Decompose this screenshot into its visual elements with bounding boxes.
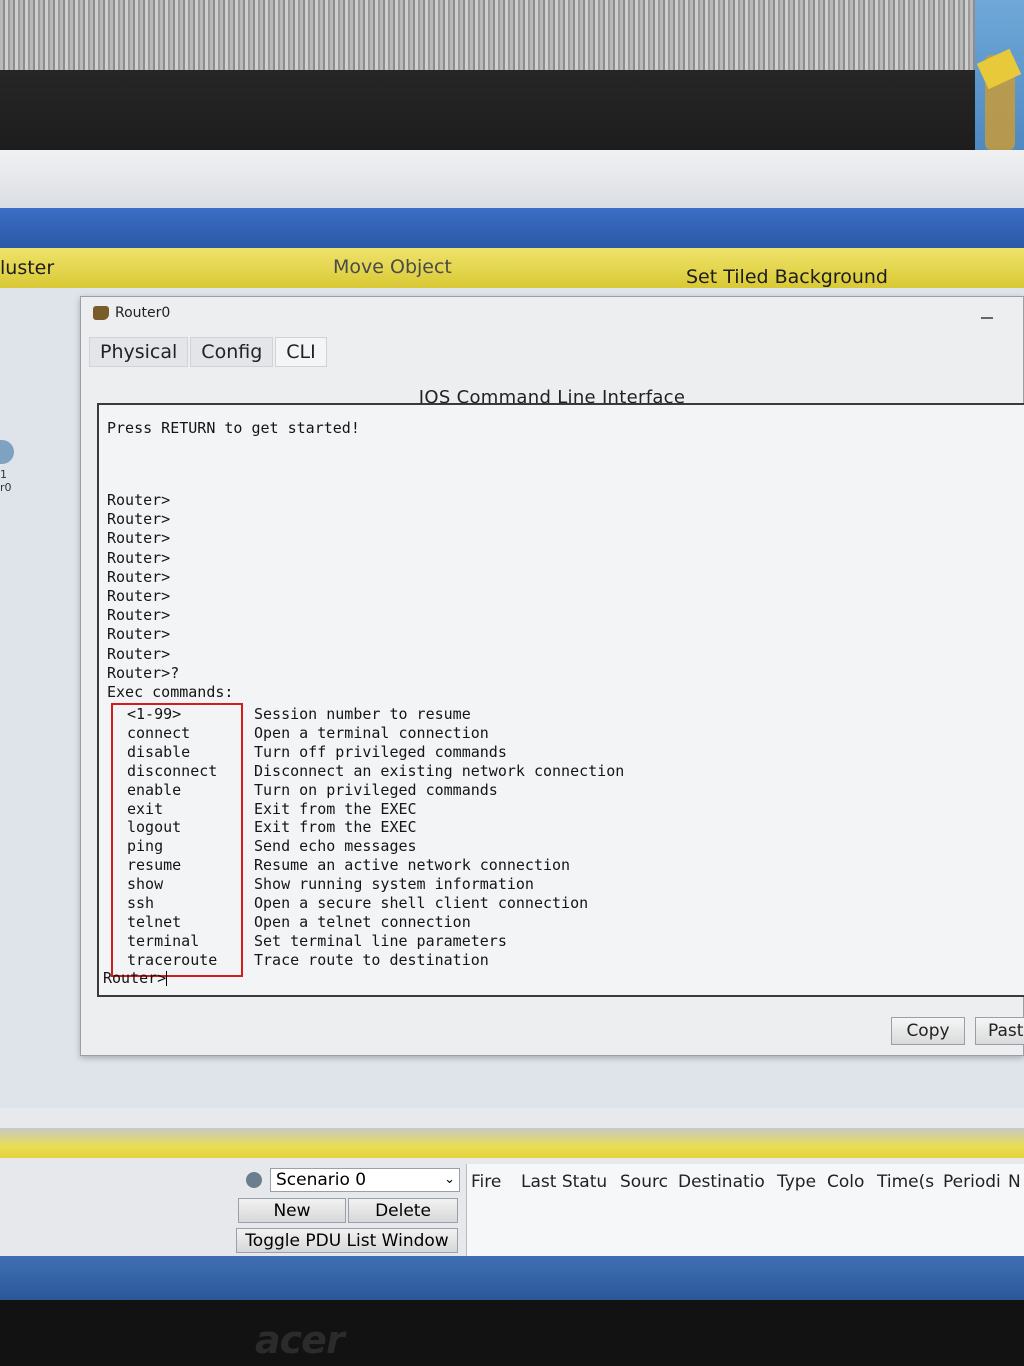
screen-top-area [0, 150, 1024, 210]
command-description: Open a telnet connection [254, 912, 471, 931]
menubar-move-object[interactable]: Move Object [333, 256, 452, 278]
terminal-intro: Press RETURN to get started! [107, 419, 360, 437]
new-scenario-button[interactable]: New [238, 1198, 346, 1223]
col-time[interactable]: Time(s [877, 1172, 934, 1192]
minimize-icon[interactable] [981, 317, 993, 319]
device-label-2: r0 [0, 481, 12, 494]
terminal-prompt-line: Router>? [107, 663, 180, 682]
terminal-prompt-line: Router> [107, 529, 171, 548]
final-prompt: Router> [103, 969, 168, 988]
command-description: Disconnect an existing network connectio… [254, 761, 625, 780]
router-icon [0, 440, 14, 464]
command-description: Exit from the EXEC [254, 799, 417, 818]
command-name: logout [127, 818, 182, 837]
tab-cli[interactable]: CLI [275, 337, 327, 367]
paste-button[interactable]: Past [975, 1017, 1024, 1045]
col-source[interactable]: Sourc [620, 1172, 668, 1192]
command-description: Turn off privileged commands [254, 742, 507, 761]
command-name: ping [127, 837, 164, 856]
command-description: Send echo messages [254, 837, 417, 856]
terminal-prompt-line: Router> [107, 644, 171, 663]
command-name: ssh [127, 894, 155, 912]
final-prompt-text: Router> [103, 969, 167, 987]
terminal-prompt-line: Router> [107, 606, 171, 625]
text-cursor [166, 971, 168, 986]
command-name: resume [127, 856, 182, 875]
terminal-prompt-line: Router> [107, 510, 171, 529]
command-description: Set terminal line parameters [254, 931, 507, 950]
menubar-set-tiled-background[interactable]: Set Tiled Background [686, 266, 888, 288]
tab-physical[interactable]: Physical [89, 337, 189, 367]
router-icon [93, 306, 109, 320]
taskbar [0, 1256, 1024, 1300]
scenario-select[interactable]: Scenario 0 ⌄ [270, 1168, 460, 1192]
scenario-value: Scenario 0 [276, 1170, 367, 1190]
copy-button[interactable]: Copy [891, 1017, 965, 1045]
info-icon[interactable] [246, 1172, 262, 1188]
command-description: Session number to resume [254, 705, 471, 723]
terminal-prompt-line: Router> [107, 625, 171, 644]
device-label-1: 1 [0, 468, 7, 481]
workspace-menubar: luster Move Object Set Tiled Background [0, 248, 1024, 288]
command-description: Trace route to destination [254, 950, 489, 969]
window-title: Router0 [115, 305, 171, 321]
toggle-pdu-list-button[interactable]: Toggle PDU List Window [236, 1228, 458, 1253]
command-description: Open a secure shell client connection [254, 894, 589, 912]
sticker-decoration [975, 0, 1024, 165]
command-description: Show running system information [254, 875, 534, 894]
command-name: connect [127, 723, 191, 742]
col-last-status[interactable]: Last Statu [521, 1172, 607, 1192]
col-destination[interactable]: Destinatio [678, 1172, 765, 1192]
col-fire[interactable]: Fire [471, 1172, 501, 1192]
command-name: telnet [127, 912, 182, 931]
command-name: <1-99> [127, 705, 182, 723]
col-type[interactable]: Type [777, 1172, 816, 1192]
monitor-bezel-bottom [0, 1300, 1024, 1366]
brand-logo: acer [255, 1318, 345, 1362]
terminal-prompt-line: Router> [107, 548, 171, 567]
command-name: disconnect [127, 761, 218, 780]
terminal-prompt-line: Router> [107, 587, 171, 605]
bottom-panel: Scenario 0 ⌄ New Delete Toggle PDU List … [0, 1158, 1024, 1260]
terminal-prompt-line: Router> [107, 491, 171, 509]
command-name: traceroute [127, 950, 218, 969]
monitor-bezel-top [0, 70, 1024, 160]
chevron-down-icon: ⌄ [444, 1172, 455, 1187]
command-name: enable [127, 780, 182, 799]
pdu-list-header: Fire Last Statu Sourc Destinatio Type Co… [466, 1164, 1024, 1260]
command-description: Turn on privileged commands [254, 780, 498, 799]
router-window: Router0 Physical Config CLI IOS Command … [80, 296, 1024, 1056]
command-name: show [127, 875, 164, 894]
pdu-controls: Scenario 0 ⌄ New Delete Toggle PDU List … [232, 1164, 464, 1260]
command-name: exit [127, 799, 164, 818]
terminal-prompt-line: Router> [107, 567, 171, 586]
command-description: Resume an active network connection [254, 856, 571, 875]
title-bar [0, 208, 1024, 248]
exec-commands-header: Exec commands: [107, 683, 234, 701]
tab-config[interactable]: Config [190, 337, 274, 367]
command-name: terminal [127, 931, 200, 950]
window-titlebar[interactable]: Router0 [81, 297, 1023, 329]
delete-scenario-button[interactable]: Delete [348, 1198, 458, 1223]
command-description: Exit from the EXEC [254, 818, 417, 837]
cli-terminal[interactable]: Press RETURN to get started! Router> Rout… [97, 403, 1024, 997]
col-periodic[interactable]: Periodi [943, 1172, 1001, 1192]
tab-bar: Physical Config CLI [89, 337, 329, 367]
command-name: disable [127, 742, 191, 761]
col-color[interactable]: Colo [827, 1172, 864, 1192]
workspace-device-router[interactable]: 1 r0 [0, 440, 14, 494]
command-description: Open a terminal connection [254, 723, 489, 742]
col-num[interactable]: N [1008, 1172, 1021, 1192]
bottom-toolbar-strip [0, 1128, 1024, 1158]
menubar-cluster-label[interactable]: luster [0, 257, 54, 279]
